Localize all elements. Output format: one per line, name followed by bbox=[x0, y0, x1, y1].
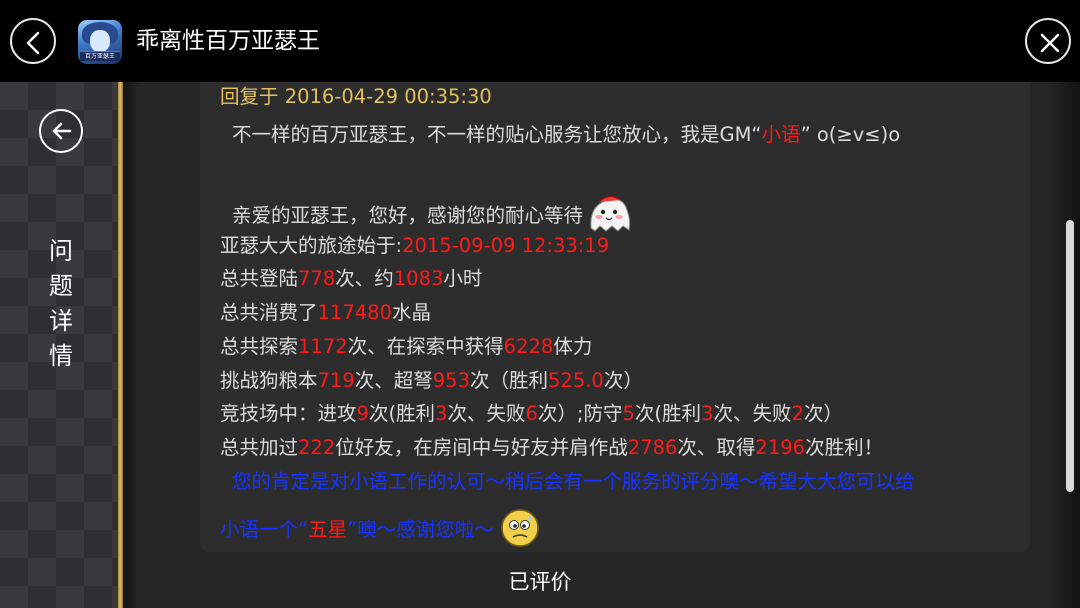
text: 次胜利！ bbox=[805, 436, 884, 459]
back-button[interactable] bbox=[10, 18, 56, 64]
login-count: 778 bbox=[298, 267, 336, 290]
text: 次（胜利 bbox=[470, 369, 549, 392]
text: 次） bbox=[803, 402, 843, 425]
arena-line: 竞技场中：进攻9次(胜利3次、失败6次）;防守5次(胜利3次、失败2次） bbox=[220, 399, 843, 429]
challenge-count: 719 bbox=[317, 369, 355, 392]
intro-suffix: ” o(≥v≤)o bbox=[800, 123, 901, 146]
survey-line-1: 您的肯定是对小语工作的认可～稍后会有一个服务的评分噢～希望大大您可以给 bbox=[232, 470, 915, 493]
panel-back-button[interactable] bbox=[39, 109, 83, 153]
text: ”噢～感谢您啦～ bbox=[347, 518, 494, 541]
rated-status: 已评价 bbox=[508, 570, 572, 594]
stamina-gained: 6228 bbox=[503, 335, 554, 358]
journey-label: 亚瑟大大的旅途始于: bbox=[220, 234, 403, 257]
chevron-left-icon bbox=[26, 31, 40, 55]
text: 次(胜利 bbox=[368, 402, 436, 425]
crystals-spent: 117480 bbox=[317, 301, 392, 324]
challenge-line: 挑战狗粮本719次、超弩953次（胜利525.0次） bbox=[220, 366, 643, 396]
arrow-left-icon bbox=[52, 122, 72, 140]
gm-intro: 不一样的百万亚瑟王，不一样的贴心服务让您放心，我是GM“小语” o(≥v≤)o bbox=[232, 120, 900, 150]
text: 次、超弩 bbox=[354, 369, 433, 392]
close-icon bbox=[1040, 33, 1060, 53]
worried-face-emoji-icon bbox=[498, 506, 542, 550]
text: 次(胜利 bbox=[634, 402, 702, 425]
ghost-emoji-icon bbox=[585, 192, 635, 234]
text: 总共登陆 bbox=[220, 267, 299, 290]
friends-count: 222 bbox=[298, 436, 336, 459]
text: 挑战狗粮本 bbox=[220, 369, 318, 392]
text: 次、取得 bbox=[677, 436, 756, 459]
app-icon: 百万亚瑟王 bbox=[78, 20, 122, 64]
journey-date: 2015-09-09 12:33:19 bbox=[402, 234, 610, 257]
text: 总共消费了 bbox=[220, 301, 318, 324]
text: 总共加过 bbox=[220, 436, 299, 459]
greeting-text: 亲爱的亚瑟王，您好，感谢您的耐心等待 bbox=[232, 204, 584, 227]
app-title: 乖离性百万亚瑟王 bbox=[136, 28, 320, 54]
survey-line-2: 小语一个“五星”噢～感谢您啦～ bbox=[220, 506, 542, 550]
panel-title: 问 题 详 情 bbox=[49, 237, 73, 370]
login-line: 总共登陆778次、约1083小时 bbox=[220, 264, 482, 294]
app-icon-tag: 百万亚瑟王 bbox=[80, 51, 120, 61]
content-shadow-left bbox=[123, 82, 141, 608]
text: 次） bbox=[603, 369, 643, 392]
text: 小语一个“ bbox=[220, 518, 309, 541]
text: 次、失败 bbox=[713, 402, 792, 425]
explore-count: 1172 bbox=[298, 335, 348, 358]
text: 总共探索 bbox=[220, 335, 299, 358]
challenge-wins: 525.0 bbox=[548, 369, 604, 392]
reply-time: 回复于 2016-04-29 00:35:30 bbox=[220, 85, 492, 108]
hard-count: 953 bbox=[432, 369, 470, 392]
text: 次）;防守 bbox=[537, 402, 623, 425]
arena-defense-wins: 3 bbox=[701, 402, 714, 425]
text: 小时 bbox=[443, 267, 483, 290]
five-star-text: 五星 bbox=[308, 518, 348, 541]
intro-text: 不一样的百万亚瑟王，不一样的贴心服务让您放心，我是GM“ bbox=[232, 123, 762, 146]
text: 竞技场中：进攻 bbox=[220, 402, 357, 425]
close-button[interactable] bbox=[1025, 18, 1071, 64]
arena-attack-losses: 6 bbox=[525, 402, 538, 425]
top-bar: 百万亚瑟王 乖离性百万亚瑟王 bbox=[0, 0, 1080, 82]
coop-battles: 2786 bbox=[627, 436, 678, 459]
text: 体力 bbox=[553, 335, 593, 358]
arena-attack-wins: 3 bbox=[435, 402, 448, 425]
scrollbar[interactable] bbox=[1066, 220, 1074, 492]
text: 次、失败 bbox=[447, 402, 526, 425]
arena-defense: 5 bbox=[622, 402, 635, 425]
text: 位好友，在房间中与好友并肩作战 bbox=[335, 436, 628, 459]
text: 次、在探索中获得 bbox=[347, 335, 504, 358]
arena-attack: 9 bbox=[356, 402, 369, 425]
friends-line: 总共加过222位好友，在房间中与好友并肩作战2786次、取得2196次胜利！ bbox=[220, 433, 883, 463]
greeting: 亲爱的亚瑟王，您好，感谢您的耐心等待 bbox=[232, 192, 635, 234]
login-hours: 1083 bbox=[393, 267, 444, 290]
spend-line: 总共消费了117480水晶 bbox=[220, 298, 431, 328]
text: 水晶 bbox=[391, 301, 431, 324]
content-shadow-right bbox=[1048, 82, 1080, 608]
coop-wins: 2196 bbox=[755, 436, 806, 459]
gm-name: 小语 bbox=[761, 123, 801, 146]
arena-defense-losses: 2 bbox=[791, 402, 804, 425]
explore-line: 总共探索1172次、在探索中获得6228体力 bbox=[220, 332, 592, 362]
text: 次、约 bbox=[335, 267, 394, 290]
journey-line: 亚瑟大大的旅途始于:2015-09-09 12:33:19 bbox=[220, 231, 609, 261]
